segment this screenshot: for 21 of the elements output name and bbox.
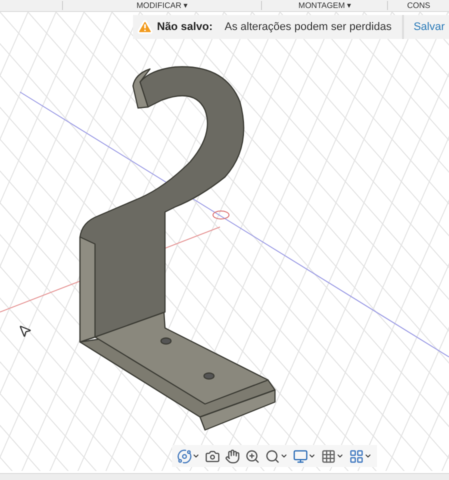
caret-icon bbox=[364, 452, 372, 460]
save-button[interactable]: Salvar bbox=[404, 15, 449, 39]
caret-icon bbox=[308, 452, 316, 460]
status-label: Não salvo: bbox=[156, 21, 214, 33]
menu-tab[interactable]: CONS bbox=[387, 1, 449, 10]
menu-tab[interactable]: MONTAGEM ▾ bbox=[261, 1, 388, 10]
viewports-icon bbox=[349, 448, 364, 464]
warning-icon bbox=[137, 19, 153, 35]
hand-icon bbox=[225, 448, 240, 464]
grid-icon bbox=[321, 448, 336, 464]
caret-icon bbox=[280, 452, 288, 460]
status-message: As alterações podem ser perdidas bbox=[224, 15, 404, 39]
monitor-icon bbox=[293, 448, 308, 464]
zoom-icon bbox=[245, 448, 260, 464]
zoom-window-icon bbox=[265, 448, 280, 464]
orbit-icon bbox=[177, 448, 192, 464]
caret-icon bbox=[192, 452, 200, 460]
cursor-icon bbox=[18, 324, 32, 338]
menu-tab[interactable]: MODIFICAR ▾ bbox=[62, 1, 262, 10]
camera-icon bbox=[205, 448, 220, 464]
caret-icon bbox=[336, 452, 344, 460]
